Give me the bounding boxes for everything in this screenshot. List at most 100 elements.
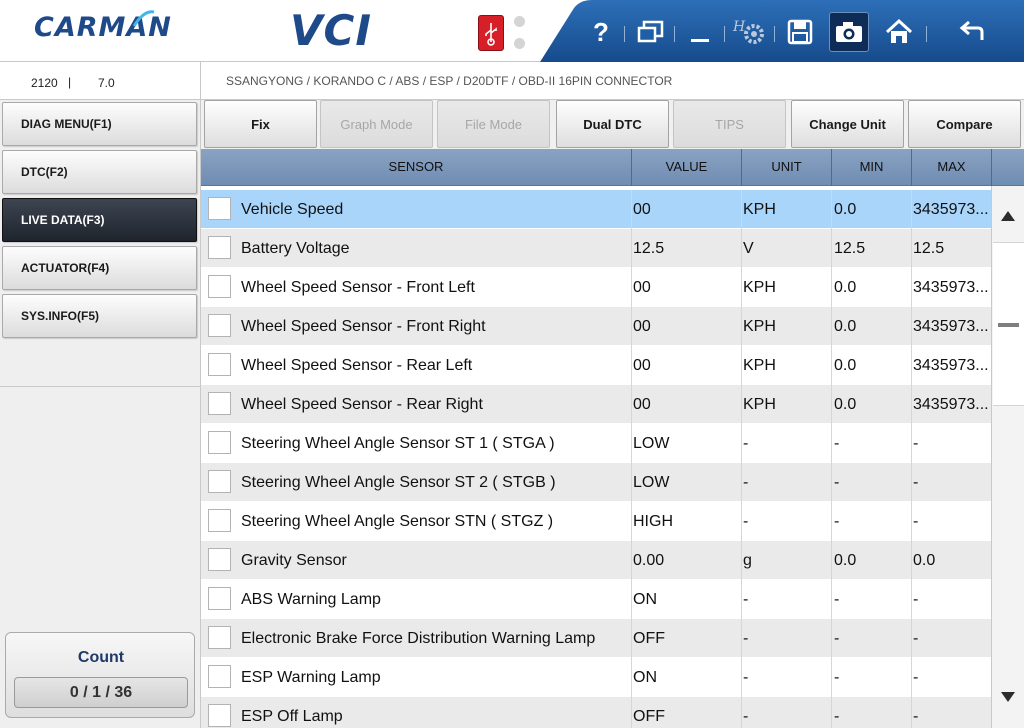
triangle-down-icon <box>1001 692 1015 702</box>
sensor-max: 3435973... <box>913 357 989 374</box>
column-divider <box>741 658 742 697</box>
column-divider <box>741 541 742 580</box>
sensor-min: 0.0 <box>834 396 857 413</box>
column-header-min[interactable]: MIN <box>832 149 912 186</box>
sidebar-divider <box>0 386 200 387</box>
home-button[interactable] <box>879 12 919 52</box>
usb-status-icon <box>478 15 504 51</box>
sensor-name: Vehicle Speed <box>241 201 344 218</box>
sensor-value: 00 <box>633 279 651 296</box>
table-row[interactable]: Gravity Sensor 0.00 g 0.0 0.0 <box>201 541 991 580</box>
sensor-value: 00 <box>633 201 651 218</box>
table-row[interactable]: Wheel Speed Sensor - Front Left 00 KPH 0… <box>201 268 991 307</box>
table-row[interactable]: Battery Voltage 12.5 V 12.5 12.5 <box>201 229 991 268</box>
table-row[interactable]: Electronic Brake Force Distribution Warn… <box>201 619 991 658</box>
table-row[interactable]: Steering Wheel Angle Sensor STN ( STGZ )… <box>201 502 991 541</box>
scroll-thumb[interactable] <box>993 242 1024 406</box>
sensor-max: - <box>913 474 919 491</box>
sensor-value: 0.00 <box>633 552 665 569</box>
graph-mode-button[interactable]: Graph Mode <box>320 100 433 148</box>
column-divider <box>741 229 742 268</box>
table-row[interactable]: ESP Warning Lamp ON - - - <box>201 658 991 697</box>
settings-button[interactable]: H <box>730 12 770 52</box>
sensor-max: 3435973... <box>913 396 989 413</box>
column-divider <box>631 619 632 658</box>
save-button[interactable] <box>780 12 820 52</box>
column-header-value[interactable]: VALUE <box>632 149 742 186</box>
row-checkbox[interactable] <box>208 587 231 610</box>
sensor-max: - <box>913 435 919 452</box>
sidebar-item-live-data[interactable]: LIVE DATA(F3) <box>2 198 197 242</box>
sensor-name: Steering Wheel Angle Sensor STN ( STGZ ) <box>241 513 554 530</box>
row-checkbox[interactable] <box>208 665 231 688</box>
row-checkbox[interactable] <box>208 236 231 259</box>
compare-button[interactable]: Compare <box>908 100 1021 148</box>
back-button[interactable] <box>952 12 992 52</box>
column-header-unit[interactable]: UNIT <box>742 149 832 186</box>
device-info: 2120 | 7.0 <box>0 62 201 100</box>
column-divider <box>911 697 912 728</box>
fix-button[interactable]: Fix <box>204 100 317 148</box>
sensor-name: Steering Wheel Angle Sensor ST 1 ( STGA … <box>241 435 555 452</box>
sensor-max: - <box>913 630 919 647</box>
column-divider <box>911 190 912 229</box>
sidebar-item-sys-info[interactable]: SYS.INFO(F5) <box>2 294 197 338</box>
scroll-up-button[interactable] <box>992 190 1024 242</box>
column-divider <box>631 697 632 728</box>
table-row[interactable]: Wheel Speed Sensor - Rear Right 00 KPH 0… <box>201 385 991 424</box>
table-scrollbar[interactable] <box>991 186 1024 728</box>
row-checkbox[interactable] <box>208 509 231 532</box>
sensor-unit: KPH <box>743 201 776 218</box>
column-divider <box>631 385 632 424</box>
sensor-value: 00 <box>633 396 651 413</box>
row-checkbox[interactable] <box>208 626 231 649</box>
sidebar-item-diag-menu[interactable]: DIAG MENU(F1) <box>2 102 197 146</box>
column-divider <box>911 463 912 502</box>
change-unit-button[interactable]: Change Unit <box>791 100 904 148</box>
row-checkbox[interactable] <box>208 431 231 454</box>
table-row[interactable]: Wheel Speed Sensor - Front Right 00 KPH … <box>201 307 991 346</box>
table-row[interactable]: ESP Off Lamp OFF - - - <box>201 697 991 728</box>
table-row[interactable]: Steering Wheel Angle Sensor ST 2 ( STGB … <box>201 463 991 502</box>
software-version: 7.0 <box>98 76 115 90</box>
tips-button[interactable]: TIPS <box>673 100 786 148</box>
sensor-value: OFF <box>633 630 665 647</box>
column-divider <box>741 424 742 463</box>
sensor-unit: g <box>743 552 752 569</box>
camera-button[interactable] <box>829 12 869 52</box>
sensor-unit: - <box>743 435 749 452</box>
settings-icon: H <box>732 19 764 44</box>
row-checkbox[interactable] <box>208 197 231 220</box>
row-checkbox[interactable] <box>208 548 231 571</box>
row-checkbox[interactable] <box>208 353 231 376</box>
column-divider <box>631 502 632 541</box>
dual-dtc-button[interactable]: Dual DTC <box>556 100 669 148</box>
window-button[interactable] <box>631 12 671 52</box>
sidebar-item-dtc[interactable]: DTC(F2) <box>2 150 197 194</box>
table-row[interactable]: Steering Wheel Angle Sensor ST 1 ( STGA … <box>201 424 991 463</box>
table-row[interactable]: Vehicle Speed 00 KPH 0.0 3435973... <box>201 190 991 229</box>
row-checkbox[interactable] <box>208 470 231 493</box>
column-header-max[interactable]: MAX <box>912 149 992 186</box>
row-checkbox[interactable] <box>208 392 231 415</box>
scroll-down-button[interactable] <box>992 672 1024 722</box>
sensor-value: LOW <box>633 435 670 452</box>
column-divider <box>631 580 632 619</box>
row-checkbox[interactable] <box>208 275 231 298</box>
column-divider <box>831 268 832 307</box>
minimize-button[interactable] <box>680 12 720 52</box>
table-row[interactable]: ABS Warning Lamp ON - - - <box>201 580 991 619</box>
column-header-sensor[interactable]: SENSOR <box>201 149 632 186</box>
sidebar-item-actuator[interactable]: ACTUATOR(F4) <box>2 246 197 290</box>
sensor-name: Wheel Speed Sensor - Rear Left <box>241 357 473 374</box>
column-divider <box>741 346 742 385</box>
column-divider <box>741 385 742 424</box>
count-value: 0 / 1 / 36 <box>14 677 188 708</box>
file-mode-button[interactable]: File Mode <box>437 100 550 148</box>
table-row[interactable]: Wheel Speed Sensor - Rear Left 00 KPH 0.… <box>201 346 991 385</box>
help-button[interactable]: ? <box>581 12 621 52</box>
row-checkbox[interactable] <box>208 314 231 337</box>
column-divider <box>631 658 632 697</box>
row-checkbox[interactable] <box>208 704 231 727</box>
sensor-max: - <box>913 669 919 686</box>
